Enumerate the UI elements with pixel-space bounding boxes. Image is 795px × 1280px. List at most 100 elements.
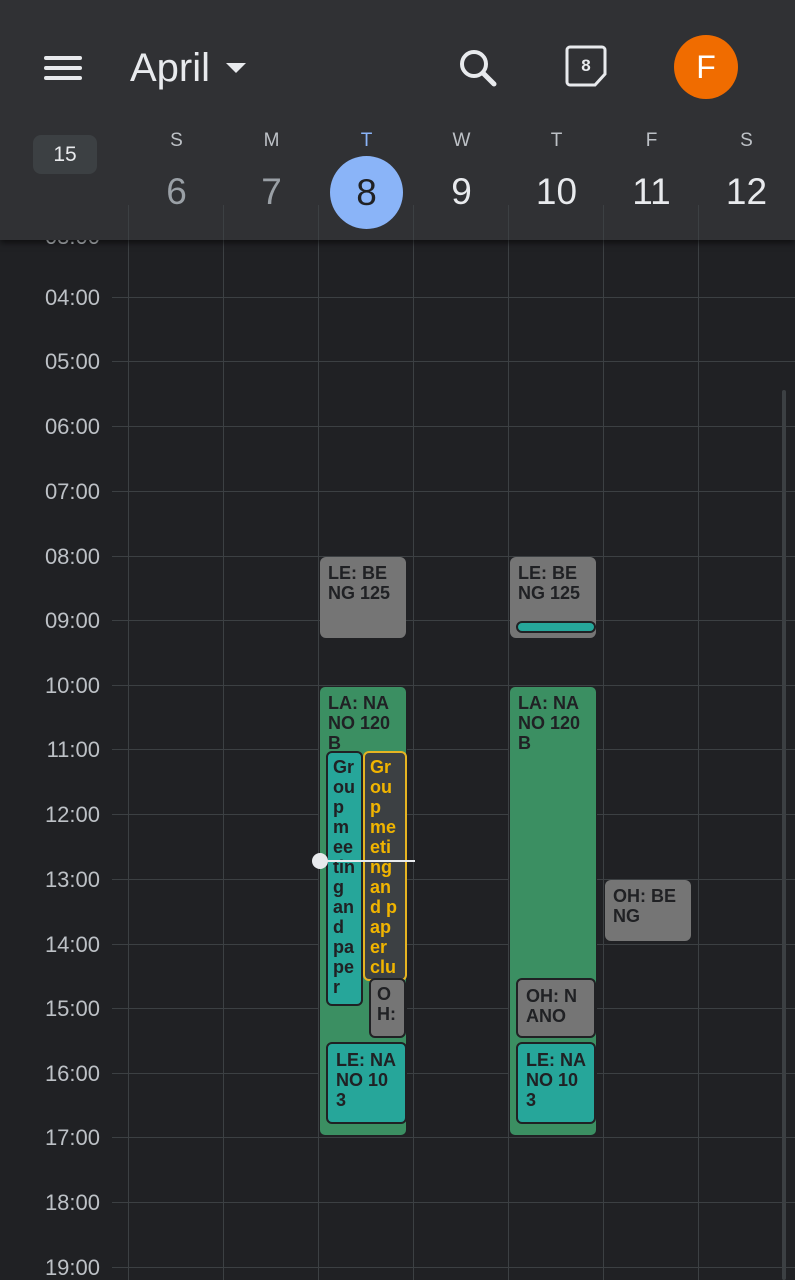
- event-title: LA: NANO 120B: [518, 693, 581, 753]
- event-le-nano-tue[interactable]: LE: NANO 103: [326, 1042, 407, 1124]
- day-letter: T: [360, 130, 373, 151]
- event-title: Group meeting and paper: [333, 757, 355, 997]
- event-oh-beng-fri[interactable]: OH: BENG: [605, 880, 691, 941]
- time-label: 18:00: [44, 1190, 100, 1215]
- app-header: April 8 F 15 S 6 M 7 T 8 W 9 T 10 F 11 S…: [0, 0, 795, 240]
- time-label: 03:00: [0, 240, 100, 250]
- hour-line: [112, 1202, 795, 1203]
- day-number-today: 8: [330, 156, 403, 229]
- time-label: 16:00: [44, 1061, 100, 1086]
- menu-icon-bar: [44, 66, 82, 70]
- today-date-number: 8: [581, 56, 591, 75]
- event-title: LE: NANO 103: [526, 1050, 586, 1110]
- column-divider: [508, 205, 509, 240]
- time-label: 12:00: [44, 802, 100, 827]
- search-icon: [460, 50, 497, 87]
- menu-icon-bar: [44, 76, 82, 80]
- time-label: 11:00: [46, 737, 100, 762]
- week-grid[interactable]: 03:00 04:00 05:00 06:00 07:00 08:00 09:0…: [0, 240, 795, 1280]
- event-short-bar-thu[interactable]: [516, 621, 596, 633]
- event-le-nano-thu[interactable]: LE: NANO 103: [516, 1042, 596, 1124]
- day-letter: S: [170, 130, 183, 151]
- day-header-mon[interactable]: M 7: [224, 128, 319, 224]
- hour-line: [112, 1137, 795, 1138]
- column-divider: [603, 205, 604, 240]
- hour-line: [112, 879, 795, 880]
- time-label: 09:00: [44, 608, 100, 633]
- event-le-beng-tue[interactable]: LE: BENG 125: [320, 557, 406, 638]
- current-time-line: [320, 860, 415, 862]
- time-label: 17:00: [44, 1125, 100, 1150]
- day-letter: M: [263, 130, 280, 151]
- menu-icon: [44, 56, 82, 60]
- day-number: 11: [632, 171, 671, 212]
- day-letter: T: [550, 130, 563, 151]
- column-divider: [223, 205, 224, 240]
- hour-line: [112, 685, 795, 686]
- day-number: 7: [261, 171, 282, 212]
- hour-line: [112, 1267, 795, 1268]
- jump-to-today-button[interactable]: 8: [564, 44, 608, 88]
- event-group-meeting-a-tue[interactable]: Group meeting and paper: [326, 751, 363, 1006]
- day-header-tue-today[interactable]: T 8: [319, 128, 414, 229]
- column-divider: [603, 240, 604, 1280]
- month-title: April: [130, 45, 211, 90]
- time-label: 08:00: [44, 544, 100, 569]
- time-label: 04:00: [44, 285, 100, 310]
- event-group-meeting-b-tue[interactable]: Group meeting and paper clu: [363, 751, 407, 981]
- day-header-sun[interactable]: S 6: [129, 128, 224, 224]
- day-letter: F: [645, 130, 658, 151]
- hour-line: [112, 1073, 795, 1074]
- column-divider: [698, 240, 699, 1280]
- hour-line: [112, 620, 795, 621]
- time-label: 15:00: [44, 996, 100, 1021]
- day-letter: S: [740, 130, 753, 151]
- hour-line: [112, 944, 795, 945]
- event-title: OH:: [377, 984, 396, 1024]
- day-number: 10: [535, 171, 578, 212]
- time-label: 13:00: [44, 867, 100, 892]
- column-divider: [318, 205, 319, 240]
- time-label: 05:00: [44, 349, 100, 374]
- day-header-fri[interactable]: F 11: [604, 128, 699, 224]
- event-title: OH: BENG: [613, 886, 676, 926]
- day-letter: W: [452, 130, 471, 151]
- time-label: 19:00: [44, 1255, 100, 1280]
- day-header-wed[interactable]: W 9: [414, 128, 509, 224]
- event-oh-nano-thu[interactable]: OH: NANO: [516, 978, 596, 1038]
- column-divider: [223, 240, 224, 1280]
- event-title: LE: NANO 103: [336, 1050, 396, 1110]
- day-header-sat[interactable]: S 12: [699, 128, 794, 224]
- column-divider: [128, 240, 129, 1280]
- scrollbar[interactable]: [782, 390, 786, 1280]
- time-label: 06:00: [44, 414, 100, 439]
- event-title: LA: NANO 120B: [328, 693, 391, 753]
- event-title: OH: NANO: [526, 986, 577, 1026]
- hour-line: [112, 814, 795, 815]
- column-divider: [128, 205, 129, 240]
- current-time-dot: [312, 853, 328, 869]
- time-label: 14:00: [44, 932, 100, 957]
- day-number: 12: [725, 171, 768, 212]
- hour-line: [112, 749, 795, 750]
- event-title: Group meeting and paper clu: [370, 757, 397, 977]
- hour-line: [112, 491, 795, 492]
- account-avatar[interactable]: F: [674, 35, 738, 99]
- month-selector[interactable]: April: [130, 40, 247, 96]
- day-header-thu[interactable]: T 10: [509, 128, 604, 224]
- event-oh-tue[interactable]: OH:: [369, 978, 406, 1038]
- time-label: 07:00: [44, 479, 100, 504]
- event-title: LE: BENG 125: [518, 563, 581, 603]
- hour-line: [112, 361, 795, 362]
- week-number-badge: 15: [33, 135, 97, 174]
- search-button[interactable]: [456, 46, 500, 90]
- hour-line: [112, 1008, 795, 1009]
- hour-line: [112, 556, 795, 557]
- hour-line: [112, 426, 795, 427]
- day-number: 9: [451, 171, 472, 212]
- menu-button[interactable]: [40, 50, 88, 86]
- time-label: 10:00: [44, 673, 100, 698]
- event-title: LE: BENG 125: [328, 563, 391, 603]
- hour-line: [112, 297, 795, 298]
- column-divider: [413, 205, 414, 240]
